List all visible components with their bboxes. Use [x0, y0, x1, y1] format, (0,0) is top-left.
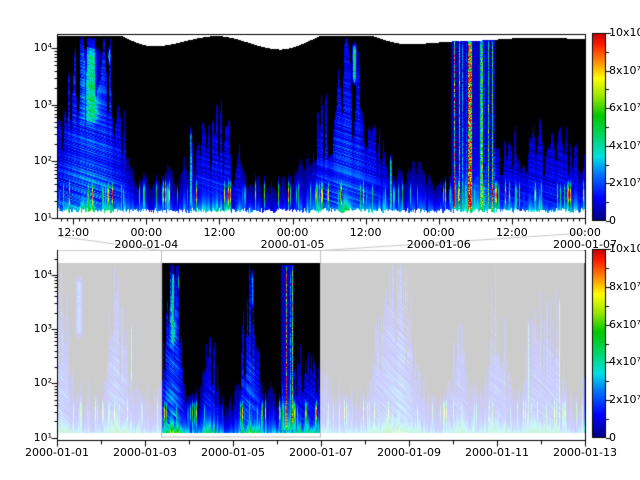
colorbar-top	[592, 33, 606, 221]
detail-plot-area[interactable]	[57, 34, 585, 218]
colorbar-bottom	[592, 249, 606, 438]
spectrogram-viewer: 12:0000:002000-01-0412:0000:002000-01-05…	[0, 0, 640, 480]
overview-plot-area[interactable]	[57, 250, 585, 440]
zoom-selection-region[interactable]	[162, 250, 321, 437]
